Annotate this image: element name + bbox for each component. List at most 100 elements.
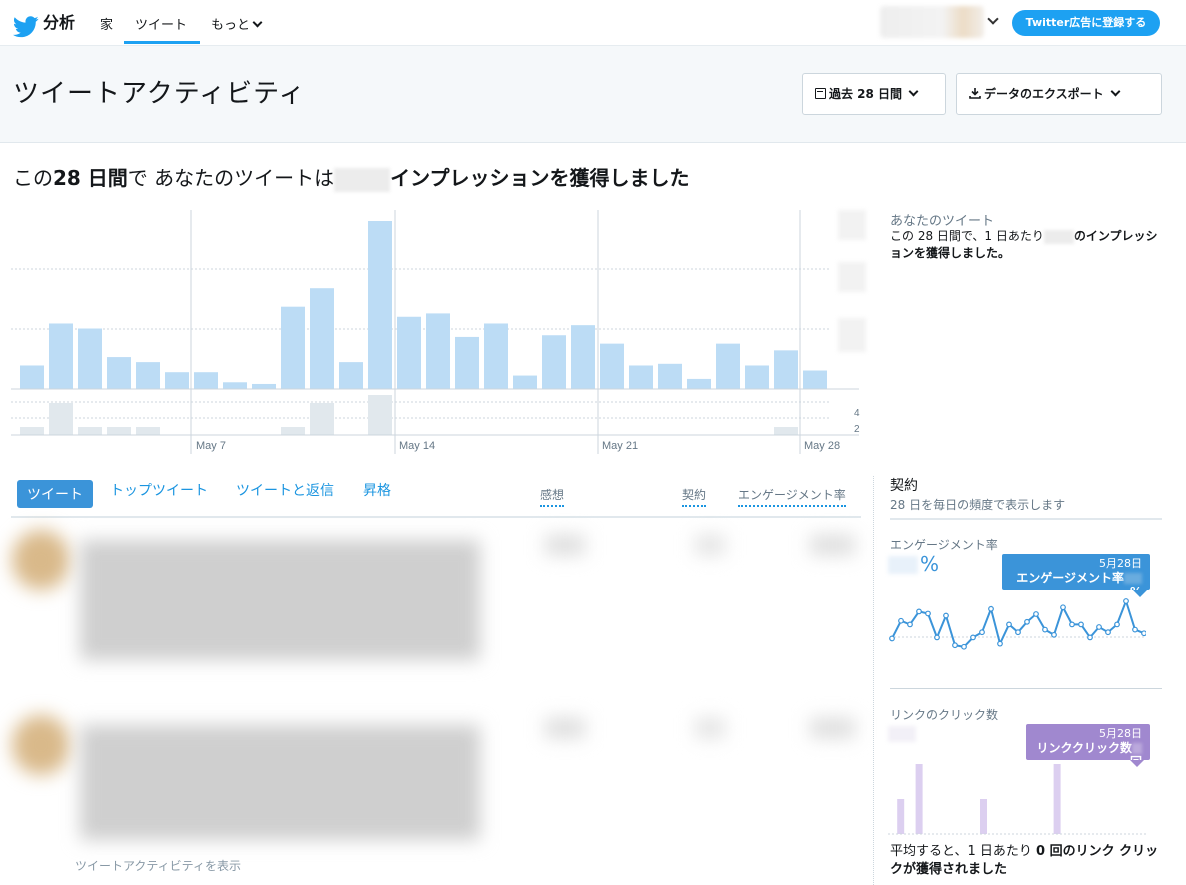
tweets-bar	[136, 427, 160, 435]
engagement-point	[979, 629, 985, 636]
link-clicks-label: リンクのクリック数	[890, 708, 999, 722]
tooltip-label: エンゲージメント率	[1016, 571, 1124, 585]
impressions-bar	[774, 350, 798, 389]
engagement-point	[1069, 621, 1075, 628]
foot-part-a: 平均すると、1 日あたり	[890, 844, 1037, 859]
impressions-bar	[368, 221, 392, 389]
divider	[890, 518, 1162, 520]
impressions-summary: この28 日間で あなたのツイートは インプレッションを獲得しました	[13, 162, 690, 192]
tweets-bar	[49, 403, 73, 435]
summary-middle: で あなたのツイートは	[127, 166, 335, 190]
tweets-bar	[368, 395, 392, 435]
link-clicks-bar	[1053, 764, 1061, 834]
impressions-bar	[165, 372, 189, 389]
engagement-point	[1105, 629, 1111, 636]
column-engagement-rate[interactable]: エンゲージメント率	[738, 486, 846, 507]
engagement-rate-value-redacted	[888, 556, 918, 574]
avatar	[12, 530, 70, 590]
tooltip-label: リンククリック数	[1036, 741, 1132, 755]
impressions-bar	[107, 357, 131, 389]
nav-more[interactable]: もっと	[211, 14, 263, 33]
engagement-point	[1096, 624, 1102, 630]
column-engagements[interactable]: 契約	[682, 486, 707, 507]
link-clicks-bar	[897, 799, 905, 834]
brand-title[interactable]: 分析	[43, 9, 75, 33]
nav-more-label: もっと	[211, 18, 251, 33]
link-clicks-chart[interactable]	[888, 760, 1146, 836]
engagement-tooltip: 5月28日 エンゲージメント率%	[1002, 554, 1150, 599]
period-dropdown-button[interactable]: 過去 28 日間	[802, 73, 946, 115]
engagement-point	[1087, 634, 1093, 641]
tab-tweets-and-replies[interactable]: ツイートと返信	[236, 480, 334, 500]
nav-home[interactable]: 家	[100, 14, 113, 33]
impressions-count-redacted	[334, 167, 391, 192]
tooltip-date: 5月28日	[1099, 557, 1142, 570]
account-avatar[interactable]	[880, 6, 984, 38]
y-tick-label: 4	[854, 408, 860, 419]
impressions-value-redacted	[545, 535, 585, 555]
engagement-point	[961, 643, 967, 650]
engagement-point	[1024, 618, 1030, 625]
impressions-bar	[687, 378, 711, 389]
engagement-rate-sparkline[interactable]	[888, 595, 1146, 665]
impressions-bar	[542, 335, 566, 389]
x-tick-label: May 7	[196, 440, 226, 452]
impressions-bar	[484, 323, 508, 389]
summary-prefix: この	[13, 166, 53, 190]
engagement-line	[891, 597, 1145, 648]
engagement-rate-percent: %	[920, 552, 940, 576]
engagement-point	[907, 621, 913, 628]
engagement-rate-label: エンゲージメント率	[890, 538, 998, 552]
impressions-bar	[397, 316, 421, 389]
impressions-bar	[223, 382, 247, 389]
ads-signup-button[interactable]: Twitter広告に登録する	[1012, 10, 1160, 36]
impressions-bar	[136, 362, 160, 389]
export-data-button[interactable]: データのエクスポート	[956, 73, 1162, 115]
y-tick-redacted	[838, 210, 866, 240]
engagement-point	[1015, 629, 1021, 636]
export-label: データのエクスポート	[984, 87, 1104, 101]
engagement-rate-value-redacted	[810, 535, 855, 555]
summary-period: 28 日間	[53, 166, 128, 190]
engagement-point	[1006, 621, 1012, 628]
impressions-bar	[745, 365, 769, 389]
x-tick-label: May 21	[602, 440, 638, 452]
tab-promoted[interactable]: 昇格	[363, 480, 391, 500]
divider	[890, 688, 1162, 689]
desc-part-a: この 28 日間で、1 日あたり	[890, 229, 1044, 243]
engagement-point	[943, 612, 949, 619]
engagement-point	[1141, 630, 1146, 637]
engagement-point	[1114, 621, 1120, 628]
impressions-bar	[513, 375, 537, 389]
engagement-point	[1078, 621, 1084, 628]
impressions-bar	[426, 313, 450, 389]
tab-tweets[interactable]: ツイート	[17, 480, 93, 508]
engagement-point	[925, 610, 931, 617]
tweets-bar	[78, 427, 102, 435]
tooltip-value-redacted	[1124, 573, 1142, 584]
tweets-bar	[107, 427, 131, 435]
nav-tweets[interactable]: ツイート	[135, 14, 187, 33]
tab-top-tweets[interactable]: トップツイート	[110, 480, 208, 500]
engagement-point	[889, 635, 895, 642]
engagement-point	[988, 605, 994, 612]
your-tweets-description: この 28 日間で、1 日あたり のインプレッションを獲得しました。	[890, 228, 1158, 262]
period-label: 過去 28 日間	[829, 87, 903, 101]
column-divider	[873, 476, 874, 885]
impressions-bar	[252, 383, 276, 389]
y-tick-redacted	[838, 318, 866, 352]
download-icon	[969, 88, 981, 99]
chevron-down-icon[interactable]	[987, 13, 999, 25]
avatar	[12, 715, 70, 775]
tooltip-value-redacted	[1132, 743, 1142, 754]
impressions-chart[interactable]: 4 2 May 7 May 14 May 21 May 28	[11, 208, 867, 458]
chevron-down-icon	[908, 86, 919, 97]
twitter-bird-icon[interactable]	[13, 16, 39, 38]
column-impressions[interactable]: 感想	[540, 486, 565, 507]
impressions-bar	[20, 365, 44, 389]
engagements-value-redacted	[695, 718, 725, 738]
link-clicks-bar	[980, 799, 987, 834]
impressions-bar	[658, 363, 682, 389]
impressions-bar	[194, 372, 218, 389]
view-tweet-activity-link[interactable]: ツイートアクティビティを表示	[75, 857, 241, 874]
